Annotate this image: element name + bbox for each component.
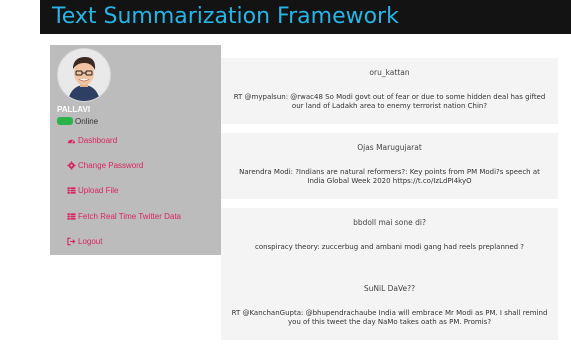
tweet-text: RT @mypalsun: @rwac48 So Modi govt out o… xyxy=(233,93,546,110)
avatar xyxy=(57,48,111,102)
tweet-card: oru_kattan RT @mypalsun: @rwac48 So Modi… xyxy=(221,58,558,124)
tweet-text: RT @KanchanGupta: @bhupendrachaube India… xyxy=(231,309,548,326)
tweet-username: bbdoll mai sone di? xyxy=(353,218,426,227)
tweet-card: bbdoll mai sone di? conspiracy theory: z… xyxy=(221,208,558,274)
tweet-text: conspiracy theory: zuccerbug and ambani … xyxy=(254,243,525,251)
nav-dashboard[interactable]: Dashboard xyxy=(67,134,117,146)
online-indicator xyxy=(57,117,73,125)
nav-change-password-label: Change Password xyxy=(78,160,144,170)
nav-fetch-twitter-data-label: Fetch Real Time Twitter Data xyxy=(78,211,181,221)
status-label: Online xyxy=(75,116,99,126)
nav-fetch-twitter-data[interactable]: Fetch Real Time Twitter Data xyxy=(67,210,181,222)
tweet-username: Ojas Marugujarat xyxy=(357,143,422,152)
nav-upload-file[interactable]: Upload File xyxy=(67,184,118,196)
tweet-feed: oru_kattan RT @mypalsun: @rwac48 So Modi… xyxy=(221,45,558,345)
nav-dashboard-label: Dashboard xyxy=(78,135,118,145)
tweet-username: SuNiL DaVe?? xyxy=(363,284,416,293)
user-name: PALLAVI xyxy=(57,105,91,114)
table-icon xyxy=(67,186,76,194)
tweet-card: Ojas Marugujarat Narendra Modi: ?Indians… xyxy=(221,133,558,199)
nav-change-password[interactable]: Change Password xyxy=(67,159,143,171)
app-title: Text Summarization Framework xyxy=(52,4,399,29)
sidebar: PALLAVI Online Dashboard Change Password… xyxy=(50,45,221,255)
logout-icon xyxy=(67,237,76,245)
tweet-card: SuNiL DaVe?? RT @KanchanGupta: @bhupendr… xyxy=(221,274,558,340)
online-status: Online xyxy=(57,116,98,126)
avatar-image xyxy=(58,49,110,101)
nav-logout[interactable]: Logout xyxy=(67,235,102,247)
table-icon xyxy=(67,212,76,220)
tweet-text: Narendra Modi: ?Indians are natural refo… xyxy=(239,168,540,185)
nav-logout-label: Logout xyxy=(78,236,103,246)
nav-upload-file-label: Upload File xyxy=(78,185,119,195)
tweet-username: oru_kattan xyxy=(369,68,410,77)
dashboard-icon xyxy=(67,139,76,143)
gear-icon xyxy=(67,160,76,170)
